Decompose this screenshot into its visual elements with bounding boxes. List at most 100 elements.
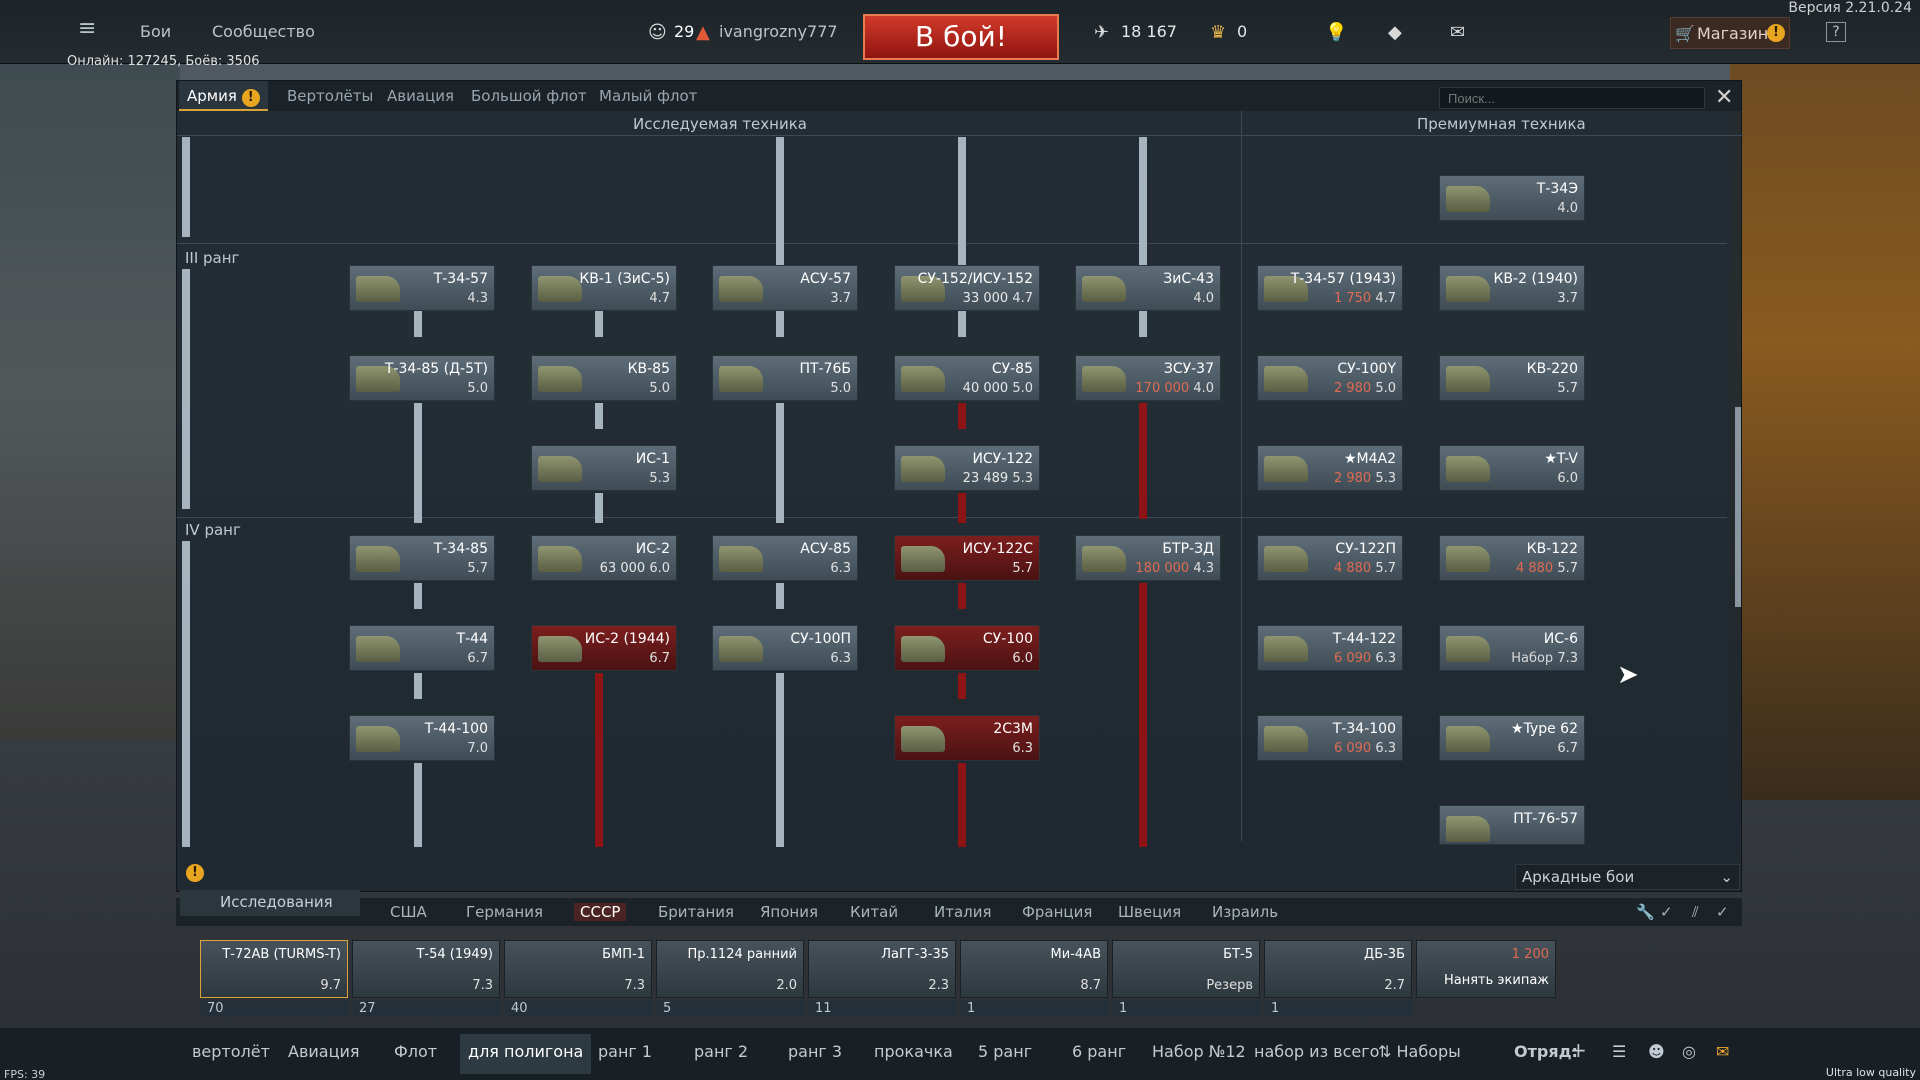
vehicle-card[interactable]: БТР-ЗД 180 000 4.3	[1075, 535, 1221, 581]
nation-israel[interactable]: Израиль	[1212, 903, 1278, 921]
vehicle-card-locked[interactable]: ИСУ-122С 5.7	[894, 535, 1040, 581]
vehicle-card[interactable]: АСУ-85 6.3	[712, 535, 858, 581]
nation-sweden[interactable]: Швеция	[1118, 903, 1181, 921]
tab-helicopters[interactable]: Вертолёты	[287, 87, 373, 105]
preset-item[interactable]: Набор №12	[1152, 1042, 1246, 1061]
premium-vehicle-card[interactable]: Т-34-100 6 090 6.3	[1257, 715, 1403, 761]
avatar-icon[interactable]: ☺	[648, 22, 667, 43]
nation-britain[interactable]: Британия	[658, 903, 734, 921]
preset-item[interactable]: ранг 2	[694, 1042, 748, 1061]
vehicle-card-locked[interactable]: СУ-100 6.0	[894, 625, 1040, 671]
nation-france[interactable]: Франция	[1022, 903, 1092, 921]
tab-coastal-fleet[interactable]: Малый флот	[599, 87, 697, 105]
premium-vehicle-card[interactable]: ★Type 62 6.7	[1439, 715, 1585, 761]
vehicle-card[interactable]: Т-44 6.7	[349, 625, 495, 671]
preset-item[interactable]: Авиация	[288, 1042, 360, 1061]
hire-crew-button[interactable]: Нанять экипаж 1 200	[1416, 940, 1556, 998]
menu-icon[interactable]: ≡	[78, 16, 96, 41]
vehicle-card[interactable]: Т-34-85 (Д-5Т) 5.0	[349, 355, 495, 401]
list-icon[interactable]: ☰	[1612, 1042, 1626, 1061]
close-icon[interactable]: ✕	[1715, 85, 1733, 110]
crew-slot[interactable]: Т-72АВ (TURMS-T) 9.7 70	[200, 940, 349, 1017]
player-nickname[interactable]: ivangrozny777	[719, 22, 838, 41]
crew-slot[interactable]: Ми-4АВ 8.7 1	[960, 940, 1109, 1017]
vehicle-card[interactable]: КВ-85 5.0	[531, 355, 677, 401]
premium-vehicle-card[interactable]: КВ-2 (1940) 3.7	[1439, 265, 1585, 311]
preset-item[interactable]: 5 ранг	[978, 1042, 1032, 1061]
crew-slot[interactable]: ДБ-3Б 2.7 1	[1264, 940, 1413, 1017]
vehicle-card[interactable]: Т-44-100 7.0	[349, 715, 495, 761]
preset-item[interactable]: вертолёт	[192, 1042, 270, 1061]
repair-icon[interactable]: 🔧	[1636, 903, 1655, 921]
game-mode-select[interactable]: Аркадные бои ⌄	[1515, 864, 1740, 890]
preset-item[interactable]: для полигона	[460, 1034, 592, 1074]
nation-italy[interactable]: Италия	[934, 903, 992, 921]
premium-vehicle-card[interactable]: ★T-V 6.0	[1439, 445, 1585, 491]
premium-vehicle-card[interactable]: Т-34-57 (1943) 1 750 4.7	[1257, 265, 1403, 311]
chat-icon[interactable]: ◎	[1682, 1042, 1696, 1061]
to-battle-button[interactable]: В бой!	[863, 14, 1059, 60]
tab-army[interactable]: Армия !	[179, 81, 268, 111]
vehicle-card[interactable]: СУ-85 40 000 5.0	[894, 355, 1040, 401]
nation-ussr[interactable]: СССР	[574, 903, 627, 921]
vehicle-card[interactable]: АСУ-57 3.7	[712, 265, 858, 311]
crew-slot[interactable]: БМП-1 7.3 40	[504, 940, 653, 1017]
mail-icon[interactable]: ✉	[1716, 1042, 1729, 1061]
ticket-icon[interactable]: ✉	[1450, 22, 1465, 43]
friends-icon[interactable]: ☻	[1648, 1042, 1665, 1061]
premium-vehicle-card[interactable]: Т-34Э 4.0	[1439, 175, 1585, 221]
community-menu[interactable]: Сообщество	[212, 22, 315, 41]
vehicle-card[interactable]: ИС-1 5.3	[531, 445, 677, 491]
vehicle-card[interactable]: ЗСУ-37 170 000 4.0	[1075, 355, 1221, 401]
vehicle-card[interactable]: СУ-100П 6.3	[712, 625, 858, 671]
preset-item[interactable]: ранг 1	[598, 1042, 652, 1061]
search-input[interactable]	[1439, 87, 1705, 109]
preset-item[interactable]: прокачка	[874, 1042, 953, 1061]
premium-vehicle-card[interactable]: СУ-122П 4 880 5.7	[1257, 535, 1403, 581]
premium-vehicle-card[interactable]: КВ-220 5.7	[1439, 355, 1585, 401]
shop-button[interactable]: 🛒 Магазин !	[1670, 17, 1790, 49]
premium-vehicle-card[interactable]: ПТ-76-57	[1439, 805, 1585, 845]
vehicle-card[interactable]: ЗиС-43 4.0	[1075, 265, 1221, 311]
crew-slot[interactable]: Пр.1124 ранний 2.0 5	[656, 940, 805, 1017]
preset-item[interactable]: Флот	[394, 1042, 437, 1061]
vehicle-card-locked[interactable]: ИС-2 (1944) 6.7	[531, 625, 677, 671]
diamond-icon[interactable]: ◆	[1388, 22, 1402, 43]
preset-item[interactable]: ранг 3	[788, 1042, 842, 1061]
check-icon[interactable]: ✓	[1660, 903, 1673, 921]
vehicle-card[interactable]: ПТ-76Б 5.0	[712, 355, 858, 401]
vehicle-card[interactable]: ИСУ-122 23 489 5.3	[894, 445, 1040, 491]
crew-slot[interactable]: БТ-5 Резерв 1	[1112, 940, 1261, 1017]
vehicle-card[interactable]: Т-34-85 5.7	[349, 535, 495, 581]
scrollbar[interactable]	[1735, 407, 1741, 607]
help-button[interactable]: ?	[1826, 22, 1846, 42]
tab-aviation[interactable]: Авиация	[387, 87, 454, 105]
crew-slot[interactable]: Т-54 (1949) 7.3 27	[352, 940, 501, 1017]
tab-bluewater-fleet[interactable]: Большой флот	[471, 87, 587, 105]
vehicle-card[interactable]: КВ-1 (ЗиС-5) 4.7	[531, 265, 677, 311]
presets-button[interactable]: ⇅ Наборы	[1378, 1042, 1461, 1061]
vehicle-card-locked[interactable]: 2С3М 6.3	[894, 715, 1040, 761]
vehicle-card[interactable]: СУ-152/ИСУ-152 33 000 4.7	[894, 265, 1040, 311]
premium-vehicle-card[interactable]: ★M4A2 2 980 5.3	[1257, 445, 1403, 491]
add-squad-icon[interactable]: +	[1570, 1038, 1587, 1062]
vehicle-card[interactable]: Т-34-57 4.3	[349, 265, 495, 311]
crew-slot[interactable]: ЛаГГ-3-35 2.3 11	[808, 940, 957, 1017]
premium-vehicle-card[interactable]: СУ-100Y 2 980 5.0	[1257, 355, 1403, 401]
premium-vehicle-card[interactable]: КВ-122 4 880 5.7	[1439, 535, 1585, 581]
preset-item[interactable]: набор из всего	[1254, 1042, 1379, 1061]
premium-vehicle-card[interactable]: Т-44-122 6 090 6.3	[1257, 625, 1403, 671]
lightbulb-icon[interactable]: 💡	[1325, 22, 1347, 43]
nation-japan[interactable]: Япония	[760, 903, 818, 921]
nation-china[interactable]: Китай	[850, 903, 898, 921]
vehicle-card[interactable]: ИС-2 63 000 6.0	[531, 535, 677, 581]
check-icon[interactable]: ✓	[1716, 903, 1729, 921]
battles-menu[interactable]: Бои	[140, 22, 171, 41]
nation-germany[interactable]: Германия	[466, 903, 543, 921]
research-toggle[interactable]: Исследования	[180, 890, 360, 916]
premium-vehicle-card[interactable]: ИС-6 Набор 7.3	[1439, 625, 1585, 671]
preset-item[interactable]: 6 ранг	[1072, 1042, 1126, 1061]
warning-icon[interactable]: !	[186, 864, 204, 882]
nation-usa[interactable]: США	[390, 903, 427, 921]
ammo-icon[interactable]: ⫽	[1692, 903, 1699, 921]
